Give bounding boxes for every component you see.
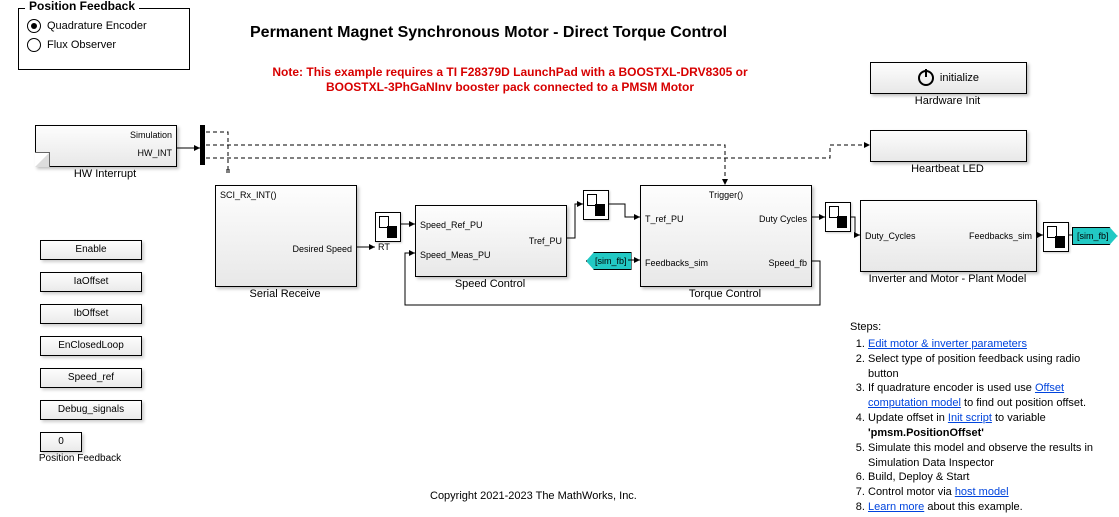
step-3: If quadrature encoder is used use Offset… [868, 381, 1105, 411]
port-simulation: Simulation [130, 130, 172, 140]
port-desired-speed: Desired Speed [292, 244, 352, 254]
torque-control-block[interactable]: Trigger() T_ref_PU Feedbacks_sim Duty Cy… [640, 185, 812, 287]
position-feedback-panel: Position Feedback Quadrature Encoder Flu… [18, 8, 190, 70]
inverter-motor-label: Inverter and Motor - Plant Model [850, 273, 1045, 285]
rt-label: RT [378, 242, 390, 252]
steps-header: Steps: [850, 320, 1105, 335]
ds-speedref[interactable]: Speed_ref [40, 368, 142, 388]
link-learn-more[interactable]: Learn more [868, 501, 924, 513]
port-tref-in: T_ref_PU [645, 214, 684, 224]
radio-quadrature-encoder[interactable]: Quadrature Encoder [27, 19, 181, 33]
copyright-text: Copyright 2021-2023 The MathWorks, Inc. [430, 490, 637, 502]
step-1: Edit motor & inverter parameters [868, 337, 1105, 352]
hw-interrupt-block[interactable]: Simulation HW_INT [35, 125, 177, 167]
speed-control-label: Speed Control [415, 278, 565, 290]
from-sim-fb[interactable]: [sim_fb] [586, 252, 632, 270]
inverter-motor-block[interactable]: Duty_Cycles Feedbacks_sim [860, 200, 1037, 272]
radio-dot-icon [27, 19, 41, 33]
steps-panel: Steps: Edit motor & inverter parameters … [850, 320, 1105, 515]
step-7: Control motor via host model [868, 485, 1105, 500]
port-speed-fb: Speed_fb [768, 258, 807, 268]
port-speed-meas: Speed_Meas_PU [420, 250, 491, 260]
step-2: Select type of position feedback using r… [868, 352, 1105, 382]
rate-transition-2[interactable] [583, 190, 609, 220]
heartbeat-label: Heartbeat LED [870, 163, 1025, 175]
speed-control-block[interactable]: Speed_Ref_PU Speed_Meas_PU Tref_PU [415, 205, 567, 277]
link-init-script[interactable]: Init script [948, 412, 992, 424]
serial-receive-label: Serial Receive [215, 288, 355, 300]
port-feedbacks-sim: Feedbacks_sim [645, 258, 708, 268]
heartbeat-block[interactable] [870, 130, 1027, 162]
model-note: Note: This example requires a TI F28379D… [240, 65, 780, 95]
goto-sim-fb[interactable]: [sim_fb] [1072, 227, 1118, 245]
const-position-feedback-label: Position Feedback [20, 453, 140, 464]
torque-control-label: Torque Control [640, 288, 810, 300]
stub-icon [35, 152, 50, 167]
step-6: Build, Deploy & Start [868, 470, 1105, 485]
serial-receive-block[interactable]: SCI_Rx_INT() Desired Speed [215, 185, 357, 287]
ds-enable[interactable]: Enable [40, 240, 142, 260]
hw-interrupt-label: HW Interrupt [35, 168, 175, 180]
port-trigger: Trigger() [709, 190, 743, 200]
radio-label: Quadrature Encoder [47, 20, 147, 32]
link-host-model[interactable]: host model [955, 486, 1009, 498]
model-title: Permanent Magnet Synchronous Motor - Dir… [250, 24, 727, 42]
ds-enclosedloop[interactable]: EnClosedLoop [40, 336, 142, 356]
const-position-feedback[interactable]: 0 [40, 432, 82, 452]
radio-dot-icon [27, 38, 41, 52]
ds-iboffset[interactable]: IbOffset [40, 304, 142, 324]
port-duty-in: Duty_Cycles [865, 231, 916, 241]
step-8: Learn more about this example. [868, 500, 1105, 515]
power-icon [918, 70, 934, 86]
port-speed-ref: Speed_Ref_PU [420, 220, 483, 230]
ds-debugsignals[interactable]: Debug_signals [40, 400, 142, 420]
initialize-text: initialize [940, 72, 979, 84]
port-feedbacks-out: Feedbacks_sim [969, 231, 1032, 241]
step-5: Simulate this model and observe the resu… [868, 441, 1105, 471]
port-duty-cycles: Duty Cycles [759, 214, 807, 224]
initialize-block[interactable]: initialize [870, 62, 1027, 94]
port-fn: SCI_Rx_INT() [220, 190, 277, 200]
step-4: Update offset in Init script to variable… [868, 411, 1105, 441]
panel-legend: Position Feedback [25, 0, 139, 13]
rate-transition-3[interactable] [825, 202, 851, 232]
radio-flux-observer[interactable]: Flux Observer [27, 38, 181, 52]
demux-bar[interactable] [200, 125, 205, 165]
port-hwint: HW_INT [138, 148, 173, 158]
rate-transition-1[interactable] [375, 212, 401, 242]
ds-iaoffset[interactable]: IaOffset [40, 272, 142, 292]
rate-transition-4[interactable] [1043, 222, 1069, 252]
initialize-label: Hardware Init [870, 95, 1025, 107]
link-edit-params[interactable]: Edit motor & inverter parameters [868, 338, 1027, 350]
radio-label: Flux Observer [47, 39, 116, 51]
port-tref: Tref_PU [529, 236, 562, 246]
